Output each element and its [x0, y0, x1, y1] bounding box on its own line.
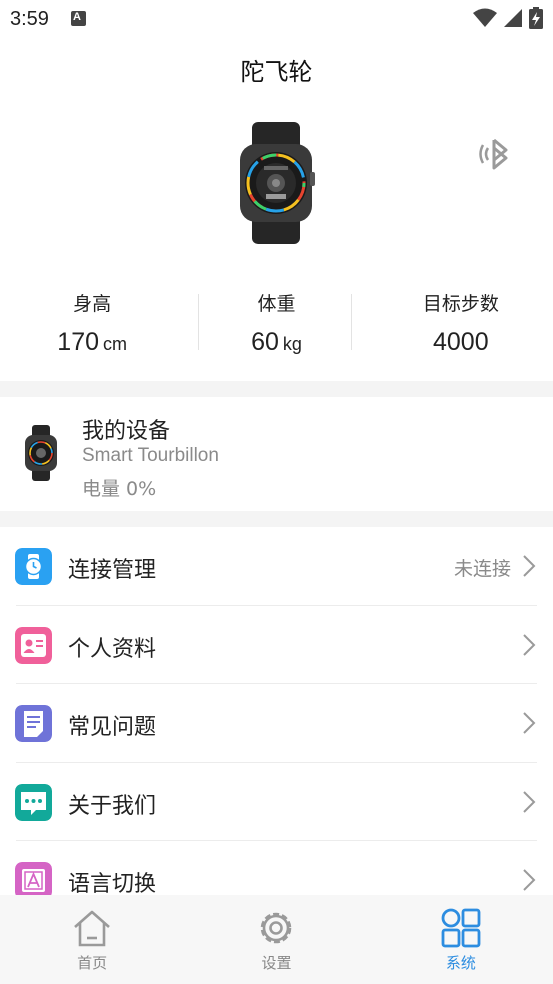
stat-label: 体重	[257, 293, 296, 315]
nav-label: 设置	[261, 954, 292, 972]
stat-height[interactable]: 身高 170 cm	[0, 286, 184, 366]
device-watch-thumbnail	[25, 425, 57, 481]
settings-menu: 连接管理 未连接 个人资料 常见问题 关于我们 语言切换	[0, 527, 553, 920]
chevron-right-icon	[523, 555, 536, 577]
chat-bubble-icon	[15, 783, 52, 821]
stat-value: 60 kg	[251, 328, 302, 356]
divider	[198, 294, 199, 350]
section-gap	[0, 381, 553, 397]
document-icon	[15, 705, 52, 742]
menu-label: 个人资料	[68, 636, 157, 662]
menu-item-connection[interactable]: 连接管理 未连接	[0, 527, 553, 606]
profile-card-icon	[15, 626, 52, 664]
menu-label: 常见问题	[68, 715, 157, 740]
nav-home[interactable]: 首页	[0, 895, 184, 984]
menu-label: 连接管理	[68, 558, 157, 583]
menu-label: 关于我们	[68, 793, 157, 819]
stat-weight[interactable]: 体重 60 kg	[184, 286, 368, 366]
bottom-nav: 首页 设置 系统	[0, 895, 553, 984]
chevron-right-icon	[523, 633, 536, 656]
stat-value: 170 cm	[57, 328, 128, 356]
menu-item-profile[interactable]: 个人资料	[0, 606, 553, 684]
chevron-right-icon	[523, 712, 536, 734]
nav-label: 首页	[77, 954, 108, 972]
divider	[351, 294, 352, 350]
page-title: 陀飞轮	[240, 58, 313, 86]
chevron-right-icon	[523, 790, 536, 813]
battery-icon	[529, 7, 543, 29]
notification-icon: A	[71, 11, 86, 26]
menu-item-about[interactable]: 关于我们	[0, 763, 553, 841]
menu-item-faq[interactable]: 常见问题	[0, 684, 553, 763]
connection-status: 未连接	[453, 558, 511, 580]
status-bar: 3:59 A	[0, 0, 553, 38]
home-icon	[74, 910, 111, 947]
status-time: 3:59	[10, 8, 49, 30]
watch-icon	[15, 548, 52, 585]
chevron-right-icon	[523, 869, 536, 891]
stat-label: 目标步数	[422, 293, 499, 315]
device-model: Smart Tourbillon	[82, 445, 219, 466]
watch-image	[240, 122, 315, 244]
nav-settings[interactable]: 设置	[184, 895, 368, 984]
stat-label: 身高	[73, 293, 112, 315]
status-icons	[473, 7, 543, 29]
nav-label: 系统	[445, 954, 476, 972]
device-battery: 电量 0%	[82, 478, 157, 500]
stats-row: 身高 170 cm 体重 60 kg 目标步数 4000	[0, 286, 553, 366]
nav-system[interactable]: 系统	[369, 895, 553, 984]
section-gap	[0, 511, 553, 527]
my-device-card[interactable]: 我的设备 Smart Tourbillon 电量 0%	[0, 397, 553, 511]
wifi-icon	[473, 8, 497, 27]
gear-icon	[261, 912, 292, 944]
bluetooth-disconnected-icon[interactable]	[478, 132, 518, 176]
signal-icon	[504, 9, 522, 27]
language-icon	[15, 862, 52, 899]
grid-icon	[441, 908, 481, 948]
device-title: 我的设备	[82, 419, 171, 444]
stat-step-goal[interactable]: 目标步数 4000	[369, 286, 553, 366]
menu-label: 语言切换	[68, 872, 157, 897]
stat-value: 4000	[433, 328, 489, 356]
